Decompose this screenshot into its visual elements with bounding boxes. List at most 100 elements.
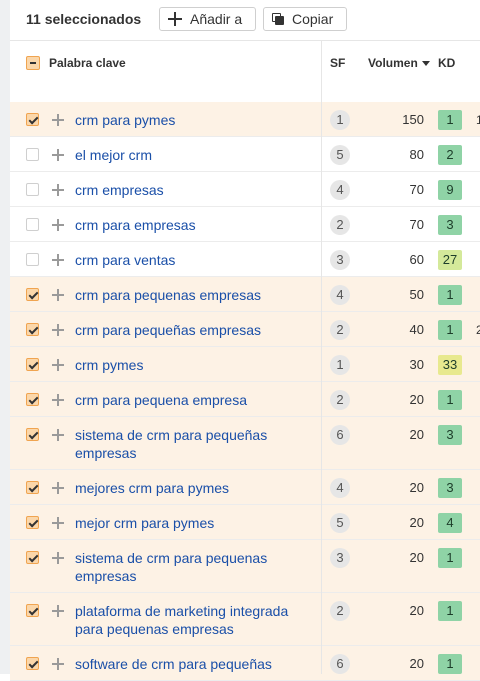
add-keyword-plus-icon[interactable] xyxy=(52,149,64,161)
table-row[interactable]: el mejor crm 5 80 2 xyxy=(10,137,480,172)
table-header: Palabra clave SF Volumen KD xyxy=(10,41,480,103)
keyword-link[interactable]: crm para pequena empresa xyxy=(75,391,295,409)
keyword-link[interactable]: crm para pequenas empresas xyxy=(75,286,295,304)
row-checkbox[interactable] xyxy=(26,113,39,126)
row-checkbox[interactable] xyxy=(26,148,39,161)
row-checkbox[interactable] xyxy=(26,393,39,406)
row-checkbox[interactable] xyxy=(26,288,39,301)
keyword-link[interactable]: crm para ventas xyxy=(75,251,295,269)
add-keyword-plus-icon[interactable] xyxy=(52,359,64,371)
table-row[interactable]: mejor crm para pymes 5 20 4 xyxy=(10,505,480,540)
keyword-link[interactable]: crm para pequeñas empresas xyxy=(75,321,295,339)
add-keyword-plus-icon[interactable] xyxy=(52,219,64,231)
kd-badge: 1 xyxy=(438,548,462,568)
kd-badge: 33 xyxy=(438,355,462,375)
add-keyword-plus-icon[interactable] xyxy=(52,482,64,494)
table-row[interactable]: crm para pequenas empresas 4 50 1 xyxy=(10,277,480,312)
table-row[interactable]: crm para empresas 2 70 3 xyxy=(10,207,480,242)
add-keyword-plus-icon[interactable] xyxy=(52,289,64,301)
copy-button[interactable]: Copiar xyxy=(263,7,347,31)
table-row[interactable]: sistema de crm para pequeñas empresas 6 20… xyxy=(10,417,480,470)
keyword-link[interactable]: mejores crm para pymes xyxy=(75,479,295,497)
sf-count-badge[interactable]: 5 xyxy=(330,145,350,165)
header-kd[interactable]: KD xyxy=(438,56,455,70)
row-checkbox[interactable] xyxy=(26,481,39,494)
table-row[interactable]: software de crm para pequeñas 6 20 1 xyxy=(10,646,480,681)
row-checkbox[interactable] xyxy=(26,516,39,529)
add-keyword-plus-icon[interactable] xyxy=(52,184,64,196)
table-row[interactable]: crm para ventas 3 60 27 xyxy=(10,242,480,277)
keyword-link[interactable]: el mejor crm xyxy=(75,146,295,164)
keyword-link[interactable]: crm para empresas xyxy=(75,216,295,234)
keyword-link[interactable]: crm pymes xyxy=(75,356,295,374)
sf-count-badge[interactable]: 1 xyxy=(330,110,350,130)
table-row[interactable]: crm pymes 1 30 33 xyxy=(10,347,480,382)
row-checkbox[interactable] xyxy=(26,428,39,441)
kd-badge: 1 xyxy=(438,601,462,621)
sf-count-badge[interactable]: 4 xyxy=(330,285,350,305)
sf-count-badge[interactable]: 1 xyxy=(330,355,350,375)
row-checkbox[interactable] xyxy=(26,551,39,564)
row-checkbox[interactable] xyxy=(26,657,39,670)
plus-icon xyxy=(168,12,182,26)
kd-badge: 9 xyxy=(438,180,462,200)
sf-count-badge[interactable]: 4 xyxy=(330,180,350,200)
header-sf[interactable]: SF xyxy=(330,56,345,70)
add-keyword-plus-icon[interactable] xyxy=(52,254,64,266)
sf-count-badge[interactable]: 2 xyxy=(330,215,350,235)
sf-count-badge[interactable]: 5 xyxy=(330,513,350,533)
volume-value: 70 xyxy=(409,182,424,197)
add-to-button[interactable]: Añadir a xyxy=(159,7,256,31)
add-keyword-plus-icon[interactable] xyxy=(52,429,64,441)
kd-badge: 1 xyxy=(438,110,462,130)
row-checkbox[interactable] xyxy=(26,218,39,231)
header-volume[interactable]: Volumen xyxy=(368,56,430,70)
add-keyword-plus-icon[interactable] xyxy=(52,114,64,126)
keyword-link[interactable]: plataforma de marketing integrada para p… xyxy=(75,602,295,638)
volume-value: 20 xyxy=(409,603,424,618)
add-keyword-plus-icon[interactable] xyxy=(52,517,64,529)
volume-value: 60 xyxy=(409,252,424,267)
sf-count-badge[interactable]: 6 xyxy=(330,654,350,674)
selection-toolbar: 11 seleccionados Añadir a Copiar xyxy=(10,0,480,41)
row-checkbox[interactable] xyxy=(26,358,39,371)
keyword-link[interactable]: crm para pymes xyxy=(75,111,295,129)
row-checkbox[interactable] xyxy=(26,183,39,196)
selected-count: 11 seleccionados xyxy=(26,11,142,27)
select-all-checkbox[interactable] xyxy=(26,56,40,70)
header-keyword[interactable]: Palabra clave xyxy=(49,56,126,70)
table-row[interactable]: crm para pymes 1 150 1 1 xyxy=(10,102,480,137)
sf-count-badge[interactable]: 2 xyxy=(330,390,350,410)
add-keyword-plus-icon[interactable] xyxy=(52,658,64,670)
kd-badge: 3 xyxy=(438,425,462,445)
sf-count-badge[interactable]: 3 xyxy=(330,548,350,568)
table-row[interactable]: crm para pequena empresa 2 20 1 xyxy=(10,382,480,417)
add-keyword-plus-icon[interactable] xyxy=(52,605,64,617)
sf-count-badge[interactable]: 4 xyxy=(330,478,350,498)
volume-value: 20 xyxy=(409,550,424,565)
table-row[interactable]: mejores crm para pymes 4 20 3 xyxy=(10,470,480,505)
keyword-link[interactable]: sistema de crm para pequeñas empresas xyxy=(75,426,295,462)
add-keyword-plus-icon[interactable] xyxy=(52,324,64,336)
kd-badge: 1 xyxy=(438,320,462,340)
row-checkbox[interactable] xyxy=(26,253,39,266)
sf-count-badge[interactable]: 2 xyxy=(330,320,350,340)
table-row[interactable]: crm empresas 4 70 9 xyxy=(10,172,480,207)
sf-count-badge[interactable]: 3 xyxy=(330,250,350,270)
table-row[interactable]: sistema de crm para pequenas empresas 3 20… xyxy=(10,540,480,593)
add-keyword-plus-icon[interactable] xyxy=(52,394,64,406)
keyword-link[interactable]: mejor crm para pymes xyxy=(75,514,295,532)
sf-count-badge[interactable]: 2 xyxy=(330,601,350,621)
sf-count-badge[interactable]: 6 xyxy=(330,425,350,445)
volume-value: 20 xyxy=(409,427,424,442)
table-row[interactable]: crm para pequeñas empresas 2 40 1 2 xyxy=(10,312,480,347)
row-checkbox[interactable] xyxy=(26,604,39,617)
table-row[interactable]: plataforma de marketing integrada para p… xyxy=(10,593,480,646)
header-volume-label: Volumen xyxy=(368,56,418,70)
add-keyword-plus-icon[interactable] xyxy=(52,552,64,564)
row-checkbox[interactable] xyxy=(26,323,39,336)
keyword-link[interactable]: crm empresas xyxy=(75,181,295,199)
keyword-link[interactable]: sistema de crm para pequenas empresas xyxy=(75,549,295,585)
volume-value: 150 xyxy=(402,112,424,127)
keyword-link[interactable]: software de crm para pequeñas xyxy=(75,655,295,673)
